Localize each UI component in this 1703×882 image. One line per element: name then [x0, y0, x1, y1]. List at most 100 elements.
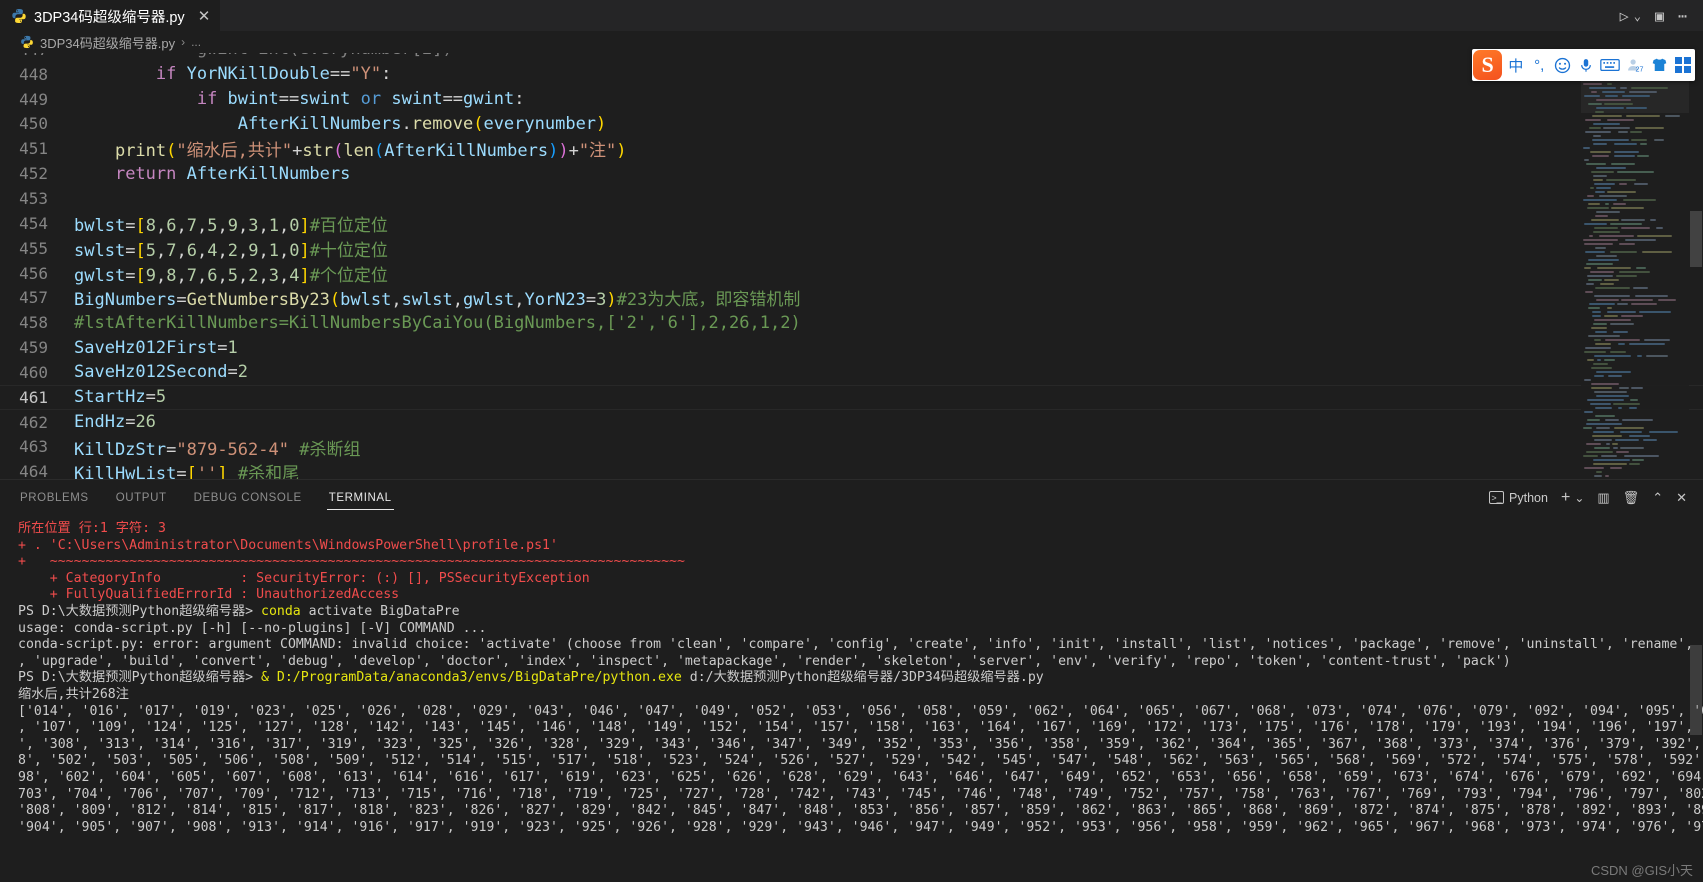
terminal-profile-selector[interactable]: >_ Python [1489, 491, 1548, 505]
sogou-input-toolbar[interactable]: S 中 °, 27 [1472, 49, 1695, 81]
editor-vertical-scrollbar[interactable] [1689, 53, 1703, 479]
code-line[interactable]: 458 #lstAfterKillNumbers=KillNumbersByCai… [0, 310, 1703, 335]
minimap-line [1629, 91, 1657, 93]
code-text[interactable]: return AfterKillNumbers [74, 164, 1703, 184]
breadcrumb-file[interactable]: 3DP34码超级缩号器.py [40, 33, 175, 52]
terminal-profile-chevron-icon[interactable]: ⌄ [1574, 491, 1584, 505]
code-token: len [343, 141, 375, 162]
code-line[interactable]: 451 print("缩水后,共计"+str(len(AfterKillNumb… [0, 136, 1703, 161]
code-text[interactable]: bwlst=[8,6,7,5,9,3,1,0]#百位定位 [74, 211, 1703, 236]
minimap-line [1600, 283, 1614, 285]
new-terminal-button[interactable]: + [1561, 489, 1570, 507]
line-number: 463 [19, 437, 48, 457]
code-token: gwlst [74, 265, 126, 286]
code-line[interactable]: 456 gwlst=[9,8,7,6,5,2,3,4]#个位定位 [0, 261, 1703, 286]
minimap-line [1618, 131, 1628, 133]
code-token: gwint [463, 89, 515, 110]
code-editor[interactable]: 447 gwint=int(everynumber[2])448 if YorN… [0, 53, 1703, 479]
minimap[interactable] [1581, 53, 1689, 479]
split-terminal-button[interactable]: ▥ [1597, 490, 1609, 506]
terminal-line: 8', '502', '503', '505', '506', '508', '… [18, 753, 1703, 769]
ime-mode-chinese[interactable]: 中 [1504, 49, 1527, 81]
svg-text:27: 27 [1636, 65, 1644, 73]
code-text[interactable]: SaveHz012Second=2 [74, 362, 1703, 382]
code-line[interactable]: 455 swlst=[5,7,6,4,2,9,1,0]#十位定位 [0, 236, 1703, 261]
terminal-output[interactable]: 所在位置 行:1 字符: 3 + . 'C:\Users\Administrato… [0, 515, 1703, 882]
terminal-line: 所在位置 行:1 字符: 3 [18, 521, 166, 536]
code-line[interactable]: 461 StartHz=5 [0, 384, 1703, 410]
kill-terminal-button[interactable]: 🗑 [1623, 490, 1640, 506]
code-token: StartHz [74, 387, 146, 408]
ime-emoji-icon[interactable] [1551, 49, 1574, 81]
code-line[interactable]: 464 KillHwList=[''] #杀和尾 [0, 459, 1703, 479]
ime-skin-icon[interactable] [1648, 49, 1671, 81]
tab-bar-filler [220, 0, 1620, 31]
code-text[interactable]: gwlst=[9,8,7,6,5,2,3,4]#个位定位 [74, 261, 1703, 286]
terminal-vertical-scrollbar[interactable] [1689, 515, 1703, 882]
close-icon[interactable]: ✕ [198, 9, 211, 24]
code-line[interactable]: 459 SaveHz012First=1 [0, 335, 1703, 360]
code-text[interactable]: BigNumbers=GetNumbersBy23(bwlst,swlst,gw… [74, 285, 1703, 310]
ime-toolbox-icon[interactable] [1672, 49, 1695, 81]
breadcrumb[interactable]: 3DP34码超级缩号器.py › ... [0, 31, 1703, 53]
panel-tab-terminal[interactable]: TERMINAL [326, 484, 394, 511]
code-token: 8 [145, 215, 156, 236]
run-python-file-button[interactable]: ▷ [1620, 7, 1629, 25]
code-line[interactable]: 457 BigNumbers=GetNumbersBy23(bwlst,swlst… [0, 285, 1703, 310]
code-text[interactable]: AfterKillNumbers.remove(everynumber) [74, 114, 1703, 134]
code-line[interactable]: 453 [0, 186, 1703, 211]
ime-user-icon[interactable]: 27 [1623, 49, 1648, 81]
code-text[interactable]: if bwint==swint or swint==gwint: [74, 89, 1703, 109]
run-dropdown-chevron-icon[interactable]: ⌄ [1634, 9, 1641, 23]
code-line[interactable]: 448 if YorNKillDouble=="Y": [0, 62, 1703, 87]
minimap-line [1586, 163, 1606, 165]
code-text[interactable]: print("缩水后,共计"+str(len(AfterKillNumbers)… [74, 136, 1703, 161]
code-text[interactable]: swlst=[5,7,6,4,2,9,1,0]#十位定位 [74, 236, 1703, 261]
code-line[interactable]: 463 KillDzStr="879-562-4" #杀断组 [0, 435, 1703, 460]
code-line[interactable]: 454 bwlst=[8,6,7,5,9,3,1,0]#百位定位 [0, 211, 1703, 236]
ime-soft-keyboard-icon[interactable] [1598, 49, 1623, 81]
code-text[interactable]: KillHwList=[''] #杀和尾 [74, 459, 1703, 479]
minimap-line [1585, 119, 1601, 121]
code-text[interactable]: EndHz=26 [74, 412, 1703, 432]
editor-scrollbar-thumb[interactable] [1690, 211, 1702, 267]
code-token: , [258, 240, 269, 261]
code-token: 3 [248, 215, 259, 236]
close-panel-button[interactable]: ✕ [1676, 490, 1687, 506]
code-line[interactable]: 462 EndHz=26 [0, 410, 1703, 435]
panel-tab-debug-console[interactable]: DEBUG CONSOLE [194, 484, 302, 511]
code-text[interactable]: if YorNKillDouble=="Y": [74, 64, 1703, 84]
terminal-line: + . 'C:\Users\Administrator\Documents\Wi… [18, 537, 558, 553]
split-editor-right-button[interactable]: ▣ [1655, 7, 1664, 25]
minimap-line [1593, 175, 1607, 177]
more-actions-button[interactable]: ⋯ [1678, 7, 1687, 25]
ime-punctuation-icon[interactable]: °, [1528, 49, 1551, 81]
code-lines[interactable]: 447 gwint=int(everynumber[2])448 if YorN… [0, 53, 1703, 479]
code-token: : [381, 64, 392, 85]
code-token: = [176, 464, 187, 479]
code-line[interactable]: 449 if bwint==swint or swint==gwint: [0, 87, 1703, 112]
code-text[interactable]: StartHz=5 [74, 387, 1703, 407]
panel-tab-problems[interactable]: PROBLEMS [20, 484, 89, 511]
minimap-line [1629, 343, 1665, 345]
minimap-line [1602, 91, 1625, 93]
code-line[interactable]: 447 gwint=int(everynumber[2]) [0, 53, 1703, 62]
code-line[interactable]: 452 return AfterKillNumbers [0, 161, 1703, 186]
ime-voice-input-icon[interactable] [1574, 49, 1597, 81]
code-text[interactable]: gwint=int(everynumber[2]) [74, 53, 1703, 59]
panel-tab-output[interactable]: OUTPUT [116, 484, 167, 511]
minimap-line [1584, 243, 1613, 245]
code-line[interactable]: 450 AfterKillNumbers.remove(everynumber) [0, 112, 1703, 137]
code-text[interactable]: KillDzStr="879-562-4" #杀断组 [74, 435, 1703, 460]
maximize-panel-button[interactable]: ⌃ [1652, 490, 1663, 506]
minimap-line [1589, 87, 1616, 89]
code-line[interactable]: 460 SaveHz012Second=2 [0, 360, 1703, 385]
code-text[interactable]: SaveHz012First=1 [74, 338, 1703, 358]
code-token: ] [299, 215, 310, 236]
sogou-logo-icon[interactable]: S [1473, 50, 1503, 80]
code-text[interactable]: #lstAfterKillNumbers=KillNumbersByCaiYou… [74, 313, 1703, 333]
breadcrumb-more[interactable]: ... [191, 35, 201, 49]
editor-tab-active[interactable]: 3DP34码超级缩号器.py ✕ [0, 0, 221, 31]
terminal-scrollbar-thumb[interactable] [1690, 645, 1702, 735]
